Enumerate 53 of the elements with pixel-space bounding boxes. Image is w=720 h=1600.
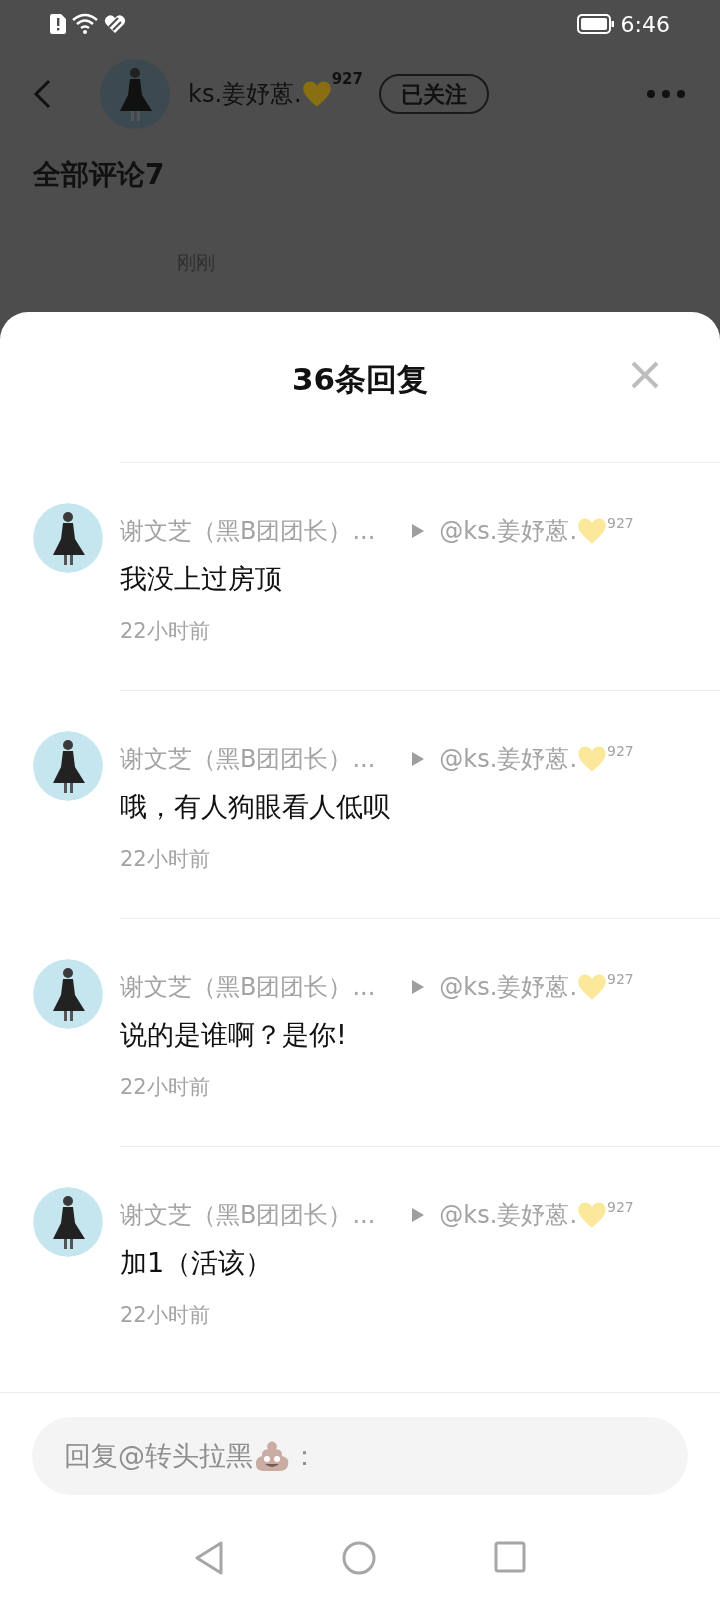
reply-author[interactable]: 谢文芝（黑B团团长）... [120, 513, 376, 549]
reply-time: 22小时前 [120, 618, 210, 643]
wifi-icon [72, 13, 98, 35]
battery-icon [576, 14, 615, 34]
reply-target-level: 927 [607, 1198, 634, 1217]
reply-target[interactable]: @ks.姜妤蒽. [439, 741, 578, 777]
back-icon[interactable] [32, 78, 52, 110]
section-title: 全部评论7 [33, 158, 165, 191]
reply-arrow-icon [411, 979, 426, 995]
close-icon[interactable] [630, 360, 660, 390]
heart-icon [577, 517, 608, 545]
avatar[interactable] [33, 503, 103, 573]
heart-icon [577, 973, 608, 1001]
heart-signal-icon [104, 14, 126, 34]
reply-text: 说的是谁啊？是你! [120, 1019, 347, 1050]
user-level: 927 [331, 69, 363, 90]
nav-home-icon[interactable] [342, 1541, 376, 1575]
reply-time: 22小时前 [120, 1302, 210, 1327]
heart-icon [301, 80, 332, 108]
reply-author[interactable]: 谢文芝（黑B团团长）... [120, 741, 376, 777]
reply-arrow-icon [411, 1207, 426, 1223]
reply-author[interactable]: 谢文芝（黑B团团长）... [120, 969, 376, 1005]
sim-alert-icon [50, 14, 66, 34]
reply-arrow-icon [411, 751, 426, 767]
nav-back-icon[interactable] [194, 1541, 224, 1575]
reply-placeholder-colon: ： [291, 1438, 318, 1473]
status-time: 6:46 [620, 10, 670, 39]
reply-placeholder: 回复@转头拉黑 [64, 1438, 253, 1473]
more-icon[interactable] [646, 89, 686, 99]
avatar[interactable] [33, 959, 103, 1029]
reply-target[interactable]: @ks.姜妤蒽. [439, 1197, 578, 1233]
reply-target[interactable]: @ks.姜妤蒽. [439, 513, 578, 549]
follow-button[interactable]: 已关注 [379, 74, 489, 114]
nav-recents-icon[interactable] [494, 1541, 526, 1573]
reply-target[interactable]: @ks.姜妤蒽. [439, 969, 578, 1005]
heart-icon [577, 745, 608, 773]
reply-text: 我没上过房顶 [120, 563, 282, 594]
reply-target-level: 927 [607, 970, 634, 989]
reply-text: 哦，有人狗眼看人低呗 [120, 791, 390, 822]
sheet-title: 36条回复 [291, 360, 429, 399]
heart-icon [577, 1201, 608, 1229]
reply-text: 加1（活该） [120, 1247, 273, 1278]
reply-time: 22小时前 [120, 846, 210, 871]
reply-arrow-icon [411, 523, 426, 539]
poop-emoji-icon [253, 1440, 291, 1472]
reply-target-level: 927 [607, 514, 634, 533]
avatar[interactable] [33, 731, 103, 801]
avatar[interactable] [33, 1187, 103, 1257]
reply-target-level: 927 [607, 742, 634, 761]
reply-time: 22小时前 [120, 1074, 210, 1099]
reply-author[interactable]: 谢文芝（黑B团团长）... [120, 1197, 376, 1233]
user-name: ks.姜妤蒽. [188, 79, 302, 110]
reply-input[interactable]: 回复@转头拉黑 ： [32, 1417, 688, 1495]
